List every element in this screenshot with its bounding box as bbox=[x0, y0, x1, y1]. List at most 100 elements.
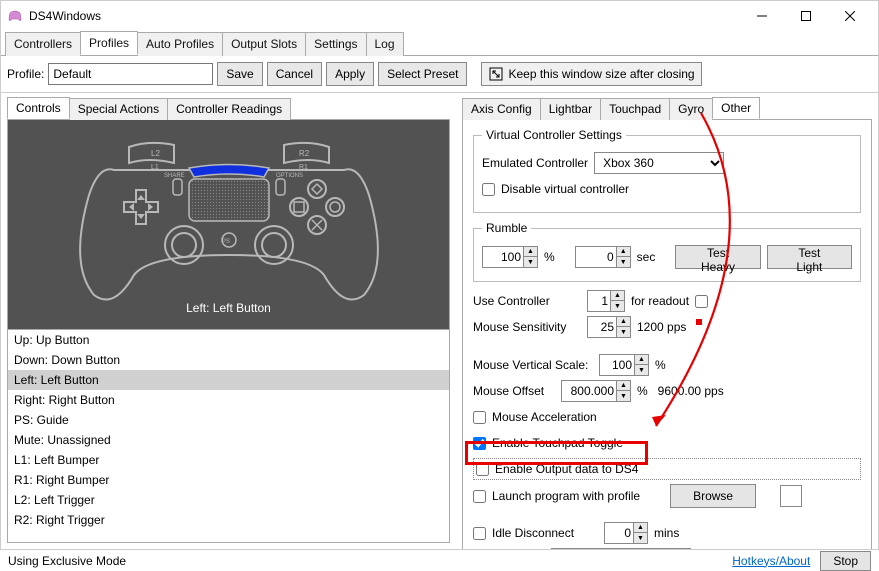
status-mode: Using Exclusive Mode bbox=[8, 554, 126, 568]
svg-text:OPTIONS: OPTIONS bbox=[276, 173, 303, 179]
tab-auto-profiles[interactable]: Auto Profiles bbox=[137, 32, 223, 56]
apply-button[interactable]: Apply bbox=[326, 62, 374, 86]
subtab-controls[interactable]: Controls bbox=[7, 97, 70, 119]
mapping-row[interactable]: Down: Down Button bbox=[8, 350, 449, 370]
idle-mins-suffix: mins bbox=[654, 526, 679, 540]
config-tabs: Axis Config Lightbar Touchpad Gyro Other bbox=[462, 97, 872, 120]
mapping-row[interactable]: PS: Guide bbox=[8, 410, 449, 430]
emulated-controller-select[interactable]: Xbox 360 bbox=[594, 152, 724, 174]
window-title: DS4Windows bbox=[29, 9, 740, 23]
launch-color-box[interactable] bbox=[780, 485, 802, 507]
idle-disconnect-label: Idle Disconnect bbox=[492, 526, 598, 540]
mapping-row[interactable]: L1: Left Bumper bbox=[8, 450, 449, 470]
subtab-controller-readings[interactable]: Controller Readings bbox=[167, 98, 291, 120]
controller-preview: L2 R2 L1 R1 SHARE OPTIONS bbox=[7, 120, 450, 330]
svg-text:SHARE: SHARE bbox=[164, 173, 185, 179]
close-button[interactable] bbox=[828, 1, 872, 31]
left-subtabs: Controls Special Actions Controller Read… bbox=[7, 97, 450, 120]
browse-button[interactable]: Browse bbox=[670, 484, 756, 508]
mouse-vscale-spinner[interactable]: ▲▼ bbox=[599, 354, 649, 376]
right-pane: Axis Config Lightbar Touchpad Gyro Other… bbox=[456, 93, 878, 547]
mapping-row[interactable]: Up: Up Button bbox=[8, 330, 449, 350]
output-ds4-checkbox[interactable] bbox=[476, 463, 489, 476]
tab-output-slots[interactable]: Output Slots bbox=[222, 32, 306, 56]
controller-svg: L2 R2 L1 R1 SHARE OPTIONS bbox=[59, 135, 399, 315]
test-light-button[interactable]: Test Light bbox=[767, 245, 852, 269]
mapping-row[interactable]: Mute: Unassigned bbox=[8, 430, 449, 450]
output-ds4-label: Enable Output data to DS4 bbox=[495, 462, 638, 476]
mouse-offset-spinner[interactable]: ▲▼ bbox=[561, 380, 631, 402]
tab-controllers[interactable]: Controllers bbox=[5, 32, 81, 56]
svg-text:PS: PS bbox=[222, 239, 230, 245]
save-button[interactable]: Save bbox=[217, 62, 262, 86]
select-preset-button[interactable]: Select Preset bbox=[378, 62, 467, 86]
virtual-controller-group: Virtual Controller Settings Emulated Con… bbox=[473, 128, 861, 213]
mouse-accel-label: Mouse Acceleration bbox=[492, 410, 597, 424]
readout-label: for readout bbox=[631, 294, 689, 308]
mapping-list[interactable]: Up: Up Button Down: Down Button Left: Le… bbox=[7, 330, 450, 543]
subtab-special-actions[interactable]: Special Actions bbox=[69, 98, 168, 120]
idle-mins-spinner[interactable]: ▲▼ bbox=[604, 522, 648, 544]
profile-toolbar: Profile: Save Cancel Apply Select Preset… bbox=[1, 56, 878, 93]
config-tab-axis[interactable]: Axis Config bbox=[462, 98, 541, 120]
idle-disconnect-checkbox[interactable] bbox=[473, 527, 486, 540]
left-pane: Controls Special Actions Controller Read… bbox=[1, 93, 456, 547]
mouse-sens-label: Mouse Sensitivity bbox=[473, 320, 581, 334]
titlebar: DS4Windows bbox=[1, 1, 878, 31]
config-tab-touchpad[interactable]: Touchpad bbox=[600, 98, 670, 120]
cancel-button[interactable]: Cancel bbox=[267, 62, 322, 86]
config-tab-lightbar[interactable]: Lightbar bbox=[540, 98, 601, 120]
main-tabs: Controllers Profiles Auto Profiles Outpu… bbox=[1, 31, 878, 56]
mapping-row[interactable]: L2: Left Trigger bbox=[8, 490, 449, 510]
touchpad-toggle-checkbox[interactable] bbox=[473, 437, 486, 450]
mouse-sens-spinner[interactable]: ▲▼ bbox=[587, 316, 631, 338]
rumble-sec-label: sec bbox=[637, 250, 656, 264]
mouse-vscale-label: Mouse Vertical Scale: bbox=[473, 358, 593, 372]
rumble-strength-spinner[interactable]: ▲▼ bbox=[482, 246, 538, 268]
mouse-sens-suffix: 1200 pps bbox=[637, 320, 686, 334]
mouse-vscale-suffix: % bbox=[655, 358, 666, 372]
content: Controls Special Actions Controller Read… bbox=[1, 93, 878, 547]
use-controller-spinner[interactable]: ▲▼ bbox=[587, 290, 625, 312]
rumble-legend: Rumble bbox=[482, 221, 531, 235]
mouse-offset-suffix: % 9600.00 pps bbox=[637, 384, 724, 398]
mapping-row[interactable]: R2: Right Trigger bbox=[8, 510, 449, 530]
rumble-pct: % bbox=[544, 250, 555, 264]
maximize-button[interactable] bbox=[784, 1, 828, 31]
launch-profile-checkbox[interactable] bbox=[473, 490, 486, 503]
svg-text:R1: R1 bbox=[299, 164, 308, 171]
config-tab-gyro[interactable]: Gyro bbox=[669, 98, 713, 120]
readout-checkbox[interactable] bbox=[695, 295, 708, 308]
annotation-dot bbox=[696, 319, 702, 325]
minimize-button[interactable] bbox=[740, 1, 784, 31]
disable-virtual-label: Disable virtual controller bbox=[501, 182, 629, 196]
mouse-offset-label: Mouse Offset bbox=[473, 384, 555, 398]
disable-virtual-checkbox[interactable] bbox=[482, 183, 495, 196]
profile-label: Profile: bbox=[7, 67, 44, 81]
tab-settings[interactable]: Settings bbox=[305, 32, 366, 56]
svg-text:L1: L1 bbox=[151, 164, 159, 171]
mouse-accel-checkbox[interactable] bbox=[473, 411, 486, 424]
mapping-row[interactable]: Right: Right Button bbox=[8, 390, 449, 410]
emulated-controller-label: Emulated Controller bbox=[482, 156, 588, 170]
keep-size-toggle[interactable]: Keep this window size after closing bbox=[481, 62, 701, 86]
tab-log[interactable]: Log bbox=[366, 32, 404, 56]
rumble-group: Rumble ▲▼ % ▲▼ sec Test Heavy Test Light bbox=[473, 221, 861, 282]
mapping-row[interactable]: R1: Right Bumper bbox=[8, 470, 449, 490]
use-controller-label: Use Controller bbox=[473, 294, 581, 308]
launch-profile-label: Launch program with profile bbox=[492, 489, 640, 503]
touchpad-toggle-label: Enable Touchpad Toggle bbox=[492, 436, 623, 450]
resize-icon bbox=[488, 66, 504, 82]
svg-text:L2: L2 bbox=[151, 149, 160, 158]
tab-profiles[interactable]: Profiles bbox=[80, 31, 138, 55]
hotkeys-about-link[interactable]: Hotkeys/About bbox=[732, 554, 810, 568]
stop-button[interactable]: Stop bbox=[820, 551, 871, 571]
profile-name-input[interactable] bbox=[48, 63, 213, 85]
statusbar: Using Exclusive Mode Hotkeys/About Stop bbox=[0, 549, 879, 571]
rumble-sec-spinner[interactable]: ▲▼ bbox=[575, 246, 631, 268]
keep-size-label: Keep this window size after closing bbox=[508, 67, 694, 81]
config-tab-other[interactable]: Other bbox=[712, 97, 760, 119]
mapping-row[interactable]: Left: Left Button bbox=[8, 370, 449, 390]
config-body: Virtual Controller Settings Emulated Con… bbox=[462, 120, 872, 552]
test-heavy-button[interactable]: Test Heavy bbox=[675, 245, 760, 269]
